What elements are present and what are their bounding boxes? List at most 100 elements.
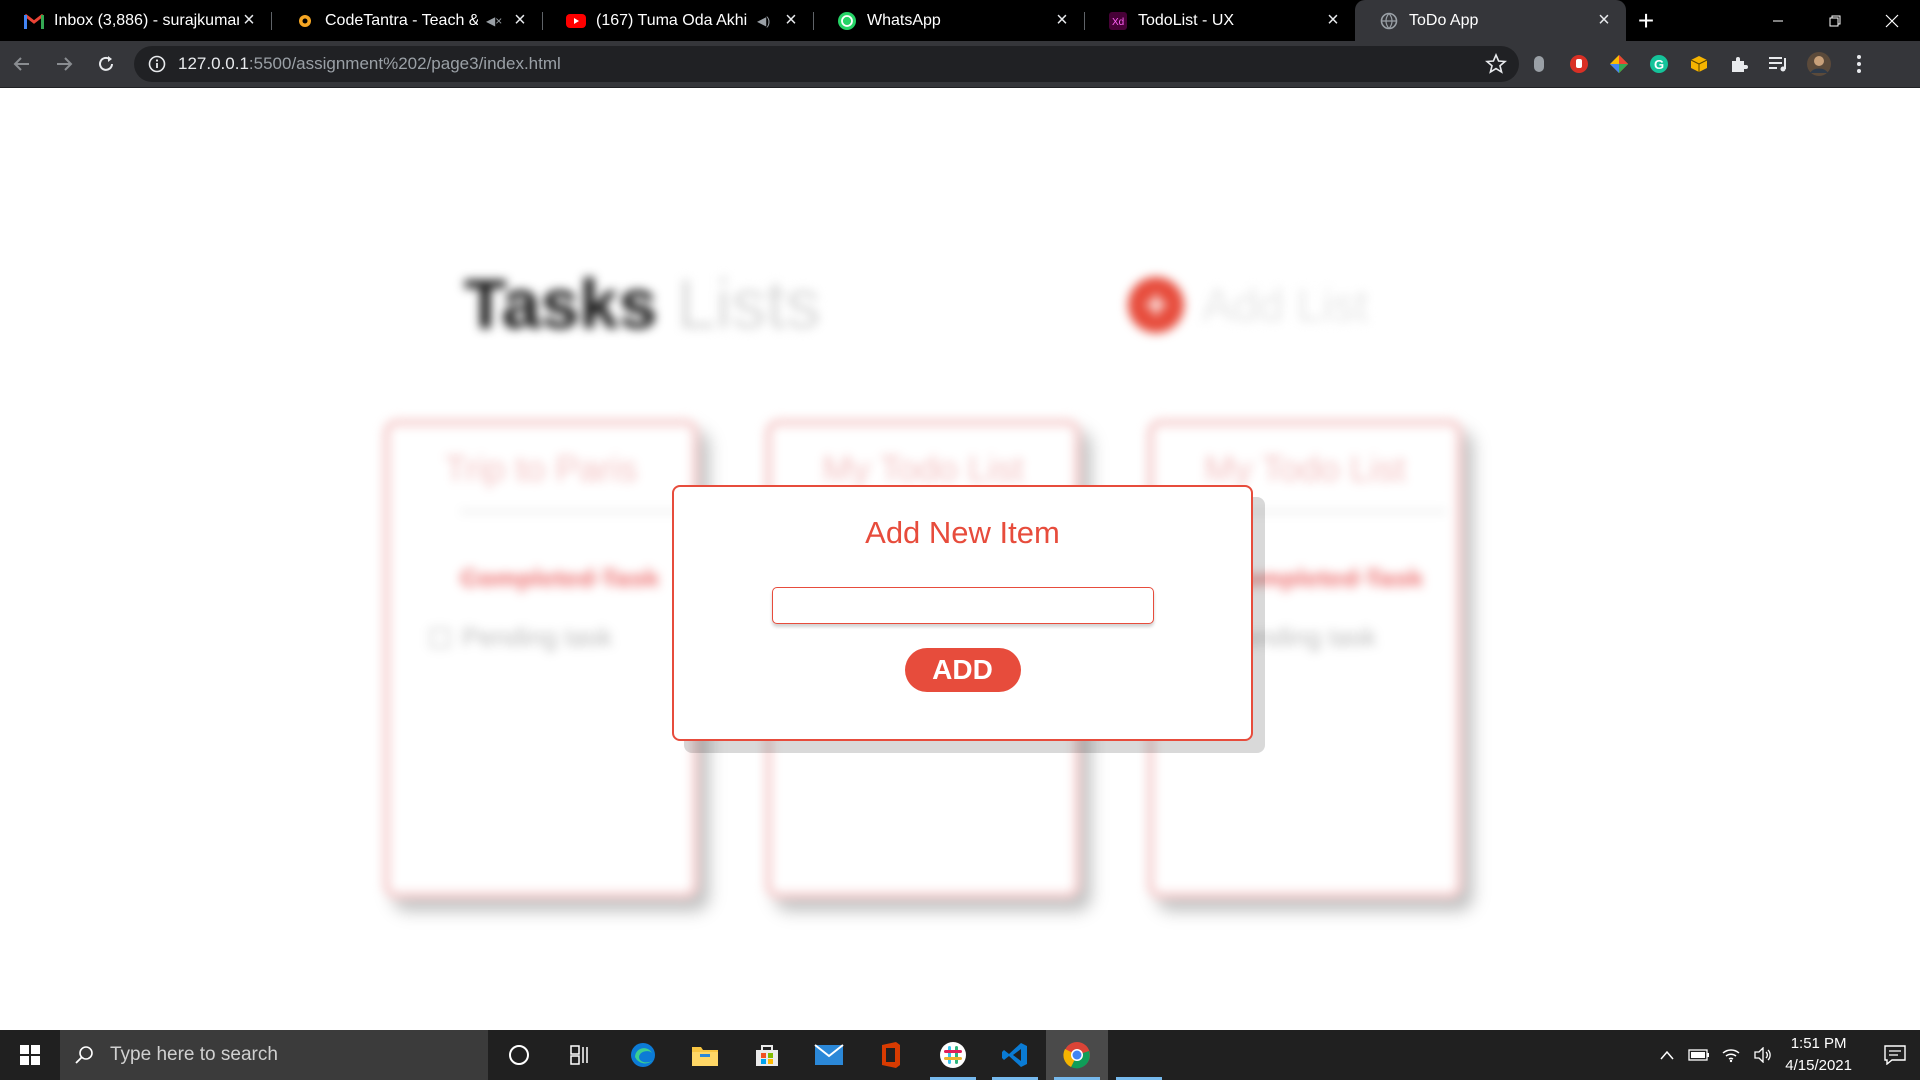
forward-button[interactable] <box>44 44 84 84</box>
reload-button[interactable] <box>86 44 126 84</box>
reload-icon <box>99 56 113 71</box>
windows-taskbar: Type here to search 1:51 PM 4/15/2021 <box>0 1030 1920 1080</box>
start-button[interactable] <box>0 1030 60 1080</box>
plus-icon: + <box>1128 277 1184 333</box>
modal-title: Add New Item <box>865 515 1060 550</box>
task-view-icon[interactable] <box>550 1030 612 1080</box>
new-tab-button[interactable]: + <box>1626 0 1666 41</box>
web-page: Tasks Lists + Add List Trip to Paris Com… <box>0 89 1920 1030</box>
tab-title: TodoList - UX <box>1138 11 1235 29</box>
close-tab-icon[interactable]: × <box>781 9 801 31</box>
task-list-card[interactable]: Trip to Paris Completed Task Pending tas… <box>383 419 699 899</box>
add-button[interactable]: ADD <box>904 648 1021 692</box>
browser-toolbar: 127.0.0.1:5500/assignment%202/page3/inde… <box>0 41 1920 88</box>
volume-icon[interactable] <box>1747 1047 1779 1063</box>
card-title: My Todo List <box>822 448 1024 489</box>
close-tab-icon[interactable]: × <box>1594 9 1614 31</box>
window-controls <box>1749 0 1920 41</box>
pending-task[interactable]: Pending task <box>430 622 692 653</box>
windows-logo-icon <box>20 1045 40 1065</box>
svg-text:G: G <box>1654 57 1664 72</box>
chevron-up-icon[interactable] <box>1651 1050 1683 1060</box>
profile-avatar[interactable] <box>1799 44 1839 84</box>
minimize-button[interactable] <box>1749 0 1806 41</box>
globe-icon <box>1379 11 1399 31</box>
edge-icon[interactable] <box>612 1030 674 1080</box>
chrome-icon[interactable] <box>1046 1030 1108 1080</box>
mail-icon[interactable] <box>798 1030 860 1080</box>
tab-title: (167) Tuma Oda Akhi ||M <box>596 11 749 29</box>
card-title: Trip to Paris <box>444 448 638 489</box>
search-icon <box>75 1046 93 1064</box>
url-path: :5500/assignment%202/page3/index.html <box>248 54 561 73</box>
checkbox[interactable] <box>430 627 450 648</box>
clock[interactable]: 1:51 PM 4/15/2021 <box>1785 1033 1852 1077</box>
taskbar-app-slot[interactable] <box>1108 1030 1170 1080</box>
svg-text:Xd: Xd <box>1112 17 1124 28</box>
office-icon[interactable] <box>860 1030 922 1080</box>
page-heading: Tasks Lists <box>464 264 821 344</box>
notification-center-icon[interactable] <box>1870 1045 1920 1065</box>
codetantra-icon <box>295 11 315 31</box>
youtube-icon <box>566 11 586 31</box>
info-icon[interactable] <box>148 55 166 73</box>
heading-light: Lists <box>657 265 821 343</box>
tab-youtube[interactable]: (167) Tuma Oda Akhi ||M ◀) × <box>542 0 813 41</box>
tab-title: ToDo App <box>1409 11 1479 29</box>
wifi-icon[interactable] <box>1715 1047 1747 1063</box>
muted-speaker-icon[interactable]: ◀) <box>757 14 773 28</box>
media-queue-icon[interactable] <box>1759 44 1799 84</box>
extension-color-picker-icon[interactable] <box>1599 44 1639 84</box>
add-item-modal: Add New Item ADD <box>672 485 1253 741</box>
grammarly-icon[interactable]: G <box>1639 44 1679 84</box>
add-list-button[interactable]: + Add List <box>1128 277 1368 333</box>
back-arrow-icon <box>13 57 29 71</box>
system-tray: 1:51 PM 4/15/2021 <box>1651 1030 1920 1080</box>
extension-hand-icon[interactable] <box>1559 44 1599 84</box>
tab-codetantra[interactable]: CodeTantra - Teach & Learn ◀× × <box>271 0 542 41</box>
forward-arrow-icon <box>57 57 73 71</box>
store-icon[interactable] <box>736 1030 798 1080</box>
clock-time: 1:51 PM <box>1790 1035 1847 1052</box>
pending-task-label: Pending task <box>462 622 613 652</box>
gmail-icon <box>24 11 44 31</box>
file-explorer-icon[interactable] <box>674 1030 736 1080</box>
tab-todo-app[interactable]: ToDo App × <box>1355 0 1626 41</box>
chrome-menu-icon[interactable] <box>1839 44 1879 84</box>
close-tab-icon[interactable]: × <box>510 9 530 31</box>
tab-title: Inbox (3,886) - surajkumarjena <box>54 11 239 29</box>
extensions-puzzle-icon[interactable] <box>1719 44 1759 84</box>
address-bar[interactable]: 127.0.0.1:5500/assignment%202/page3/inde… <box>134 46 1519 82</box>
battery-icon[interactable] <box>1683 1049 1715 1061</box>
taskbar-search-box[interactable]: Type here to search <box>60 1030 488 1080</box>
back-button[interactable] <box>2 44 42 84</box>
tab-title: CodeTantra - Teach & Learn <box>325 11 478 29</box>
muted-speaker-icon[interactable]: ◀× <box>486 14 502 28</box>
search-placeholder: Type here to search <box>110 1044 278 1065</box>
bookmark-star-icon[interactable] <box>1485 53 1507 75</box>
tab-whatsapp[interactable]: WhatsApp × <box>813 0 1084 41</box>
slack-icon[interactable] <box>922 1030 984 1080</box>
card-title: My Todo List <box>1204 448 1406 489</box>
add-list-label: Add List <box>1202 279 1369 331</box>
new-item-input[interactable] <box>771 587 1154 624</box>
extension-cube-icon[interactable] <box>1679 44 1719 84</box>
vscode-icon[interactable] <box>984 1030 1046 1080</box>
browser-tab-strip: Inbox (3,886) - surajkumarjena × CodeTan… <box>0 0 1920 41</box>
card-divider <box>1224 510 1446 513</box>
url-host: 127.0.0.1 <box>178 54 249 73</box>
close-tab-icon[interactable]: × <box>239 9 259 31</box>
tab-title: WhatsApp <box>867 11 941 29</box>
completed-task: Completed Task <box>460 563 659 593</box>
tab-adobe-xd[interactable]: Xd TodoList - UX × <box>1084 0 1355 41</box>
restore-button[interactable] <box>1806 0 1863 41</box>
url-text: 127.0.0.1:5500/assignment%202/page3/inde… <box>178 54 561 74</box>
cortana-icon[interactable] <box>488 1030 550 1080</box>
adobe-xd-icon: Xd <box>1108 11 1128 31</box>
tab-gmail[interactable]: Inbox (3,886) - surajkumarjena × <box>0 0 271 41</box>
completed-task: Completed Task <box>1224 563 1423 593</box>
close-window-button[interactable] <box>1863 0 1920 41</box>
extension-mouse-icon[interactable] <box>1519 44 1559 84</box>
close-tab-icon[interactable]: × <box>1052 9 1072 31</box>
close-tab-icon[interactable]: × <box>1323 9 1343 31</box>
